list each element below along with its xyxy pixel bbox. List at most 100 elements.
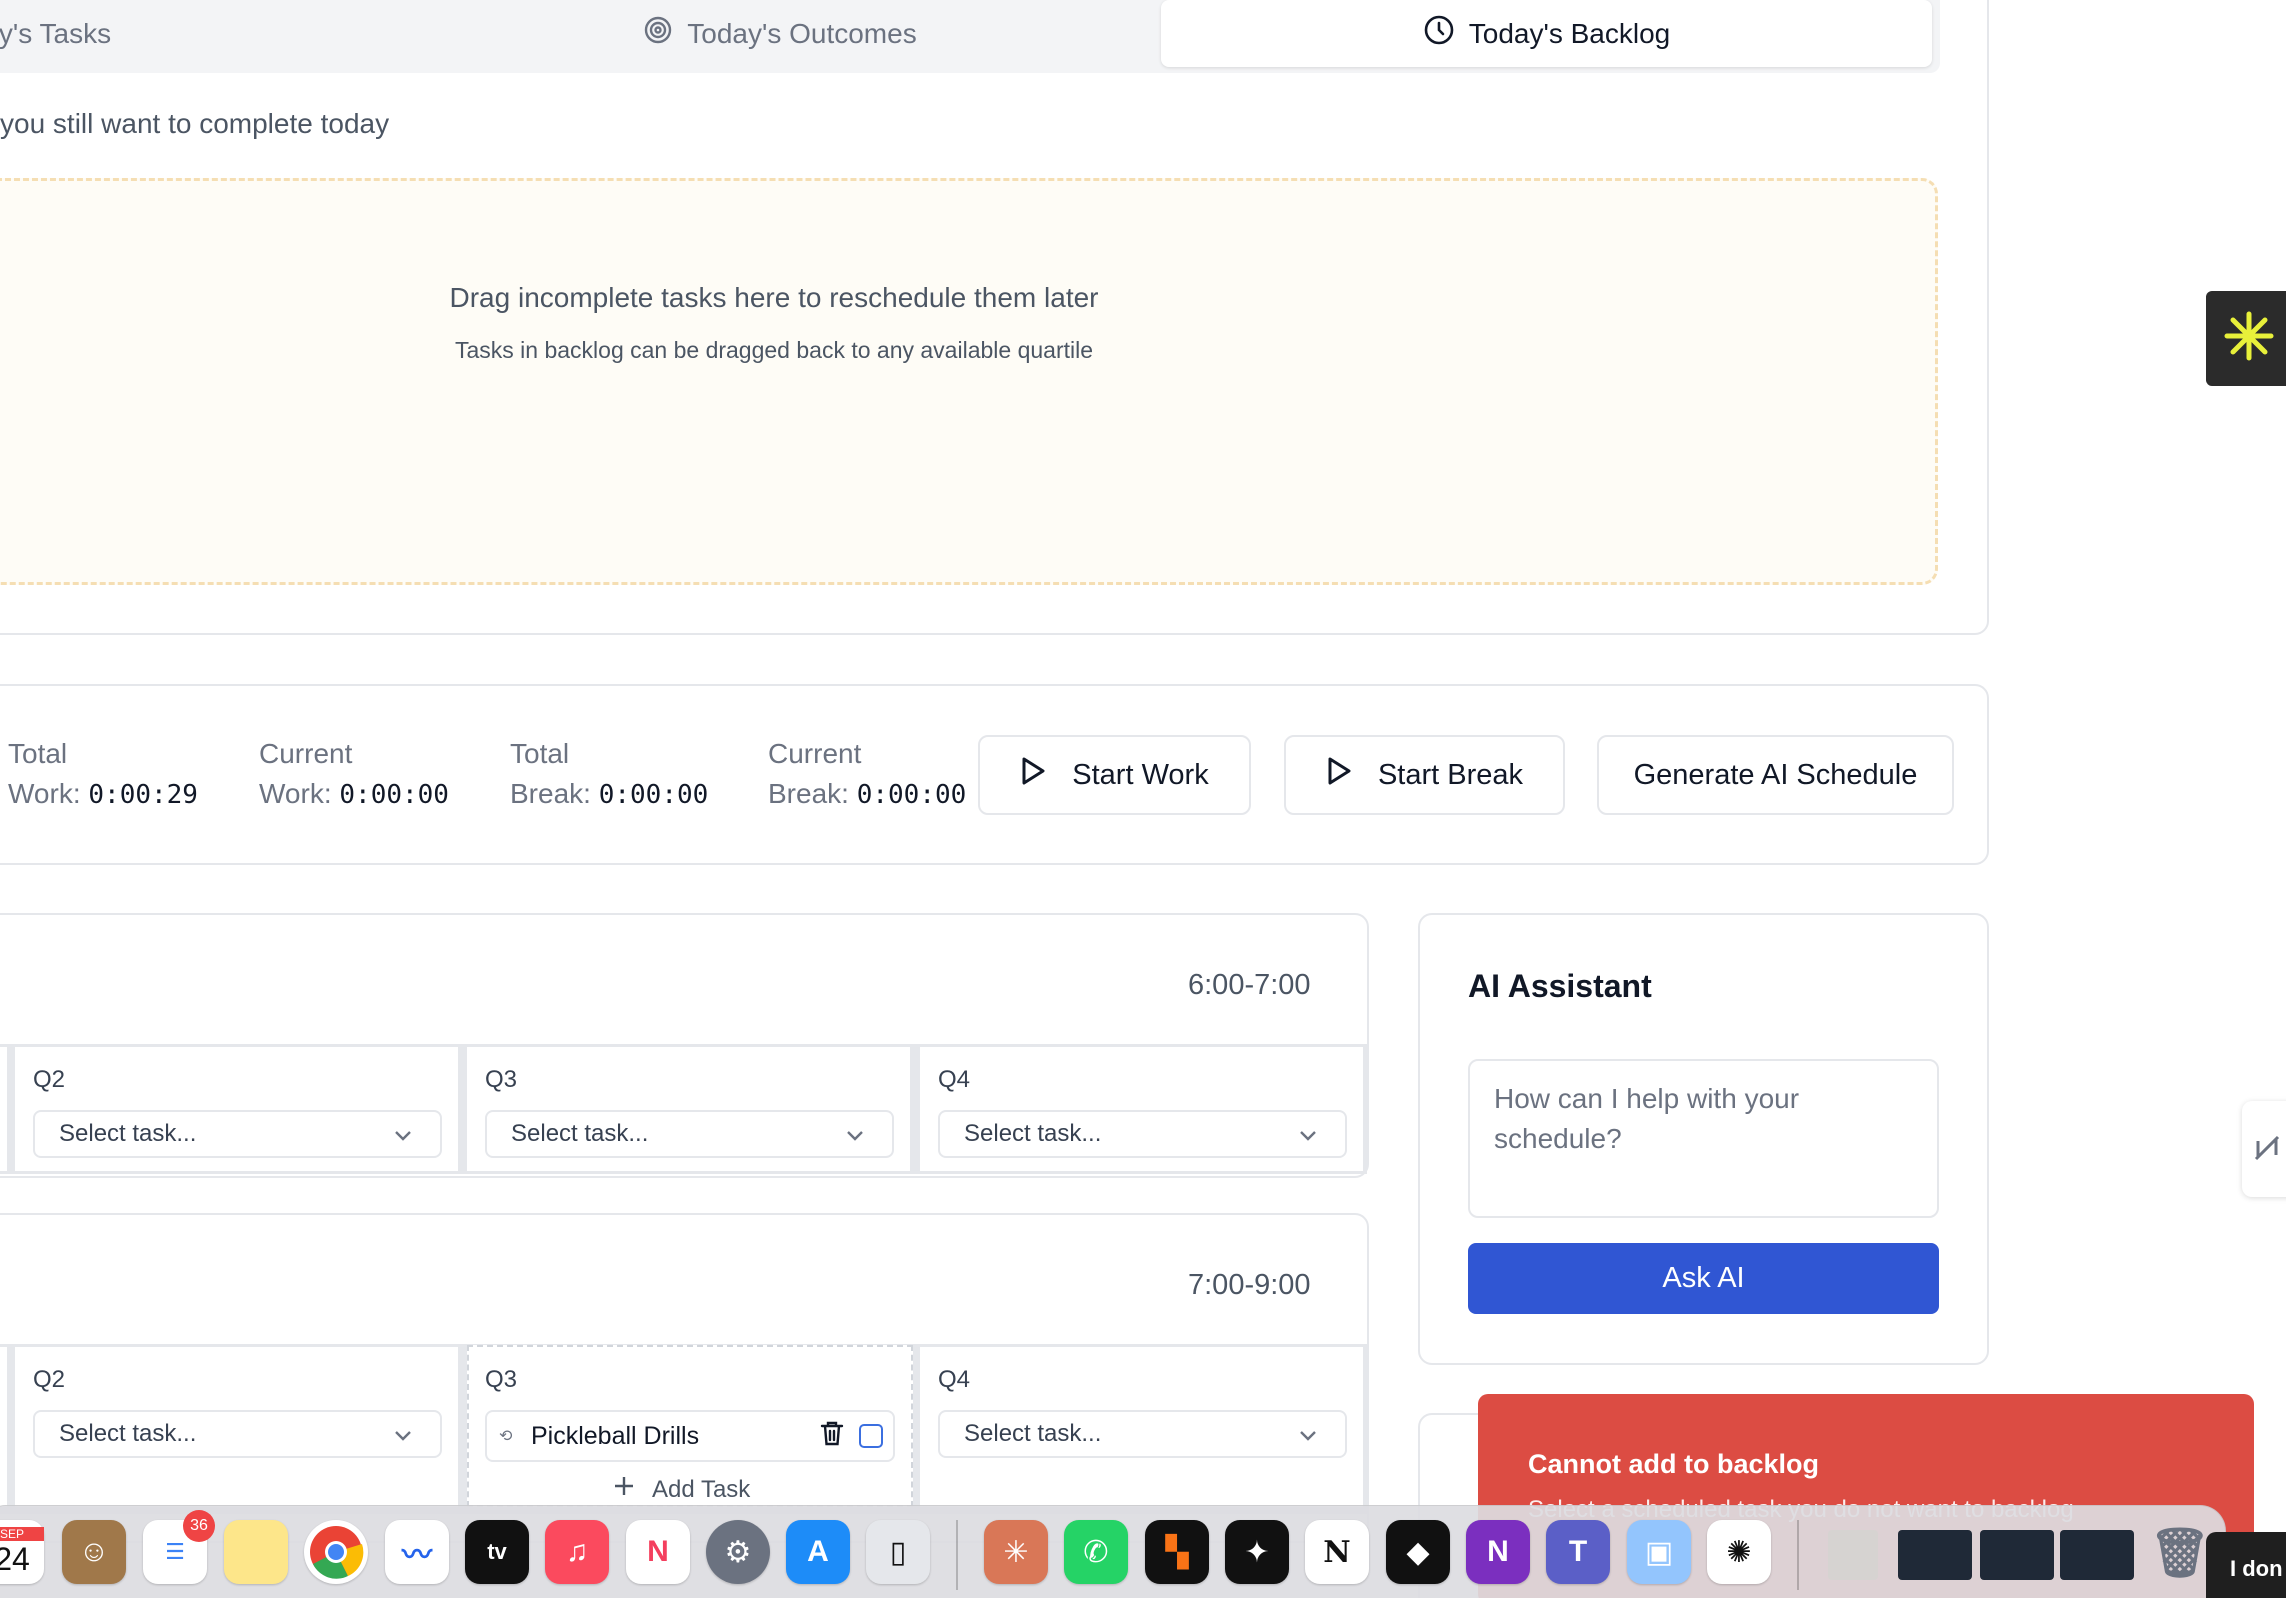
cube-app-icon[interactable]: ◆ — [1386, 1520, 1450, 1584]
calendar-app-icon[interactable]: SEP 24 — [0, 1520, 44, 1584]
stat-label: Current — [768, 738, 862, 769]
chevron-down-icon — [844, 1124, 866, 1153]
quartile-label: Q4 — [938, 1066, 971, 1093]
teams-app-icon[interactable]: T — [1546, 1520, 1610, 1584]
select-value: Select task... — [964, 1420, 1102, 1447]
calendar-month: SEP — [0, 1526, 44, 1541]
quartile-cell-partial — [0, 1047, 7, 1171]
generate-label: Generate AI Schedule — [1633, 758, 1918, 791]
ask-ai-button[interactable]: Ask AI — [1468, 1243, 1939, 1314]
chatgpt-app-icon[interactable]: ✺ — [1707, 1520, 1771, 1584]
quartile-label: Q3 — [485, 1366, 518, 1393]
stat-label: Break: — [510, 778, 591, 809]
iphone-mirroring-app-icon[interactable]: ▯ — [866, 1520, 930, 1584]
calendar-day: 24 — [0, 1540, 30, 1577]
start-break-label: Start Break — [1377, 758, 1524, 791]
quartile-label: Q2 — [33, 1066, 66, 1093]
time-block-range: 6:00-7:00 — [1188, 969, 1311, 1001]
notes-app-icon[interactable] — [224, 1520, 288, 1584]
total-break-stat: Total Break: 0:00:00 — [510, 734, 708, 815]
stat-value: 0:00:00 — [598, 780, 709, 810]
select-value: Select task... — [511, 1120, 649, 1147]
news-app-icon[interactable]: N — [626, 1520, 690, 1584]
add-task-label: Add Task — [652, 1475, 751, 1503]
sparkle-widget-button[interactable] — [2206, 291, 2286, 386]
toast-title: Cannot add to backlog — [1528, 1449, 1820, 1479]
quartile-cell-partial — [0, 1347, 7, 1507]
music-app-icon[interactable]: ♫ — [545, 1520, 609, 1584]
chevron-down-icon — [1297, 1424, 1319, 1453]
trash-icon[interactable] — [819, 1419, 845, 1454]
start-work-button[interactable]: Start Work — [978, 735, 1251, 815]
apple-tv-app-icon[interactable]: tv — [465, 1520, 529, 1584]
stat-label: Break: — [768, 778, 849, 809]
task-select[interactable]: Select task... — [938, 1110, 1347, 1158]
start-break-button[interactable]: Start Break — [1284, 735, 1565, 815]
chevron-down-icon — [392, 1124, 414, 1153]
stat-label: Work: — [259, 778, 332, 809]
plus-icon — [612, 1474, 636, 1505]
select-value: Select task... — [964, 1120, 1102, 1147]
start-work-label: Start Work — [1072, 758, 1209, 791]
task-select[interactable]: Select task... — [33, 1410, 442, 1458]
window-thumbnail[interactable] — [1828, 1530, 1878, 1580]
task-select[interactable]: Select task... — [938, 1410, 1347, 1458]
notion-app-icon[interactable]: N — [1305, 1520, 1369, 1584]
contacts-app-icon[interactable]: ☺ — [62, 1520, 126, 1584]
window-thumbnail[interactable] — [2060, 1530, 2134, 1580]
backlog-dropzone[interactable] — [0, 178, 1938, 585]
dropzone-hint: Drag incomplete tasks here to reschedule… — [449, 282, 1099, 313]
task-select[interactable]: Select task... — [485, 1110, 894, 1158]
dock-separator — [956, 1520, 958, 1590]
stat-value: 0:00:00 — [856, 780, 967, 810]
stat-label: Work: — [8, 778, 81, 809]
total-work-stat: Total Work: 0:00:29 — [8, 734, 198, 815]
system-settings-app-icon[interactable]: ⚙ — [706, 1520, 770, 1584]
sparkle-app-icon[interactable]: ✦ — [1225, 1520, 1289, 1584]
task-checkbox[interactable] — [859, 1424, 883, 1448]
window-thumbnail[interactable] — [1898, 1530, 1972, 1580]
task-title: Pickleball Drills — [531, 1421, 700, 1450]
pen-icon — [2252, 1129, 2282, 1170]
select-value: Select task... — [59, 1120, 197, 1147]
current-work-stat: Current Work: 0:00:00 — [259, 734, 449, 815]
claude-app-icon[interactable]: ✳ — [984, 1520, 1048, 1584]
stat-label: Total — [510, 738, 570, 769]
add-task-button[interactable]: Add Task — [612, 1474, 750, 1505]
drag-handle-icon[interactable]: ⟲ — [499, 1426, 519, 1446]
generate-ai-schedule-button[interactable]: Generate AI Schedule — [1597, 735, 1954, 815]
dock-separator — [1797, 1520, 1799, 1590]
quartile-label: Q3 — [485, 1066, 518, 1093]
dropzone-subhint: Tasks in backlog can be dragged back to … — [454, 337, 1093, 363]
ai-prompt-input[interactable] — [1468, 1059, 1939, 1218]
window-thumbnail[interactable] — [1980, 1530, 2054, 1580]
trash-app-icon[interactable]: 🗑 — [2148, 1520, 2212, 1584]
stat-value: 0:00:00 — [339, 780, 449, 810]
scheduled-task[interactable]: ⟲ Pickleball Drills — [485, 1410, 895, 1462]
freeform-app-icon[interactable]: 〰 — [385, 1520, 449, 1584]
onenote-app-icon[interactable]: N — [1466, 1520, 1530, 1584]
chevron-down-icon — [1297, 1124, 1319, 1153]
select-value: Select task... — [59, 1420, 197, 1447]
reminders-app-icon[interactable]: ☰ 36 — [143, 1510, 215, 1584]
ai-assistant-title: AI Assistant — [1468, 968, 1652, 1004]
vpn-app-icon[interactable]: ▚ — [1145, 1520, 1209, 1584]
play-icon — [1326, 756, 1352, 794]
stat-value: 0:00:29 — [88, 780, 198, 810]
preview-app-icon[interactable]: ▣ — [1627, 1520, 1691, 1584]
backlog-subtitle: you still want to complete today — [0, 108, 390, 139]
play-icon — [1020, 756, 1046, 794]
asterisk-icon — [2221, 308, 2277, 369]
side-panel-handle[interactable] — [2242, 1101, 2286, 1197]
time-block-range: 7:00-9:00 — [1188, 1269, 1311, 1301]
quartile-label: Q2 — [33, 1366, 66, 1393]
task-select[interactable]: Select task... — [33, 1110, 442, 1158]
current-break-stat: Current Break: 0:00:00 — [768, 734, 966, 815]
chevron-down-icon — [392, 1424, 414, 1453]
chrome-app-icon[interactable] — [304, 1520, 368, 1584]
stat-label: Total — [8, 738, 68, 769]
app-store-app-icon[interactable]: A — [786, 1520, 850, 1584]
quartile-label: Q4 — [938, 1366, 971, 1393]
whatsapp-app-icon[interactable]: ✆ — [1064, 1520, 1128, 1584]
ask-ai-label: Ask AI — [1662, 1262, 1745, 1294]
